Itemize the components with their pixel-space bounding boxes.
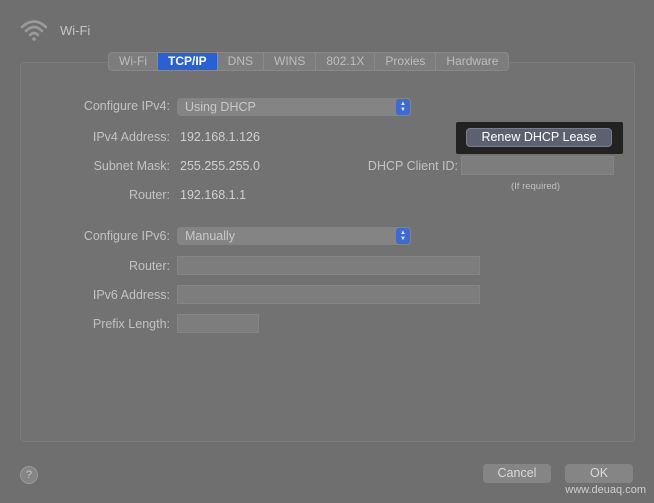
window-title: Wi-Fi xyxy=(60,22,91,38)
dhcp-client-id-hint: (If required) xyxy=(511,181,561,192)
tab-proxies[interactable]: Proxies xyxy=(375,53,437,70)
ipv4-address-value: 192.168.1.126 xyxy=(180,130,260,144)
tab-tcpip[interactable]: TCP/IP xyxy=(157,53,218,70)
ipv4-router-value: 192.168.1.1 xyxy=(180,188,247,202)
help-button[interactable]: ? xyxy=(20,466,38,484)
dhcp-client-id-label: DHCP Client ID: xyxy=(367,159,458,173)
subnet-mask-label: Subnet Mask: xyxy=(93,159,170,173)
prefix-length-input[interactable] xyxy=(177,314,259,333)
subnet-mask-value: 255.255.255.0 xyxy=(180,159,260,173)
settings-panel xyxy=(20,62,635,442)
ipv6-address-input[interactable] xyxy=(177,285,480,304)
ipv6-router-label: Router: xyxy=(129,259,170,273)
tab-wifi[interactable]: Wi-Fi xyxy=(109,53,158,70)
tab-dns[interactable]: DNS xyxy=(218,53,264,70)
wifi-header: Wi-Fi xyxy=(20,18,90,42)
tab-8021x[interactable]: 802.1X xyxy=(316,53,376,70)
configure-ipv6-value: Manually xyxy=(185,229,236,243)
select-stepper-icon: ▲ ▼ xyxy=(396,228,410,244)
ipv4-address-label: IPv4 Address: xyxy=(92,130,170,144)
ipv4-router-label: Router: xyxy=(129,188,170,202)
ipv6-router-input[interactable] xyxy=(177,256,480,275)
renew-dhcp-lease-button[interactable]: Renew DHCP Lease xyxy=(466,128,612,147)
tab-hardware[interactable]: Hardware xyxy=(436,53,508,70)
ok-button[interactable]: OK xyxy=(565,464,633,483)
configure-ipv4-value: Using DHCP xyxy=(185,100,256,114)
cancel-button[interactable]: Cancel xyxy=(483,464,551,483)
watermark: www.deuaq.com xyxy=(565,484,646,496)
select-stepper-icon: ▲ ▼ xyxy=(396,99,410,115)
configure-ipv4-label: Configure IPv4: xyxy=(83,99,170,113)
configure-ipv4-select[interactable]: Using DHCP ▲ ▼ xyxy=(177,98,411,116)
configure-ipv6-label: Configure IPv6: xyxy=(83,229,170,243)
tab-wins[interactable]: WINS xyxy=(264,53,317,70)
tab-bar: Wi-Fi TCP/IP DNS WINS 802.1X Proxies Har… xyxy=(108,52,510,71)
prefix-length-label: Prefix Length: xyxy=(92,317,170,331)
dhcp-client-id-input[interactable] xyxy=(461,156,614,175)
wifi-icon xyxy=(20,20,48,41)
ipv6-address-label: IPv6 Address: xyxy=(92,288,170,302)
configure-ipv6-select[interactable]: Manually ▲ ▼ xyxy=(177,227,411,245)
